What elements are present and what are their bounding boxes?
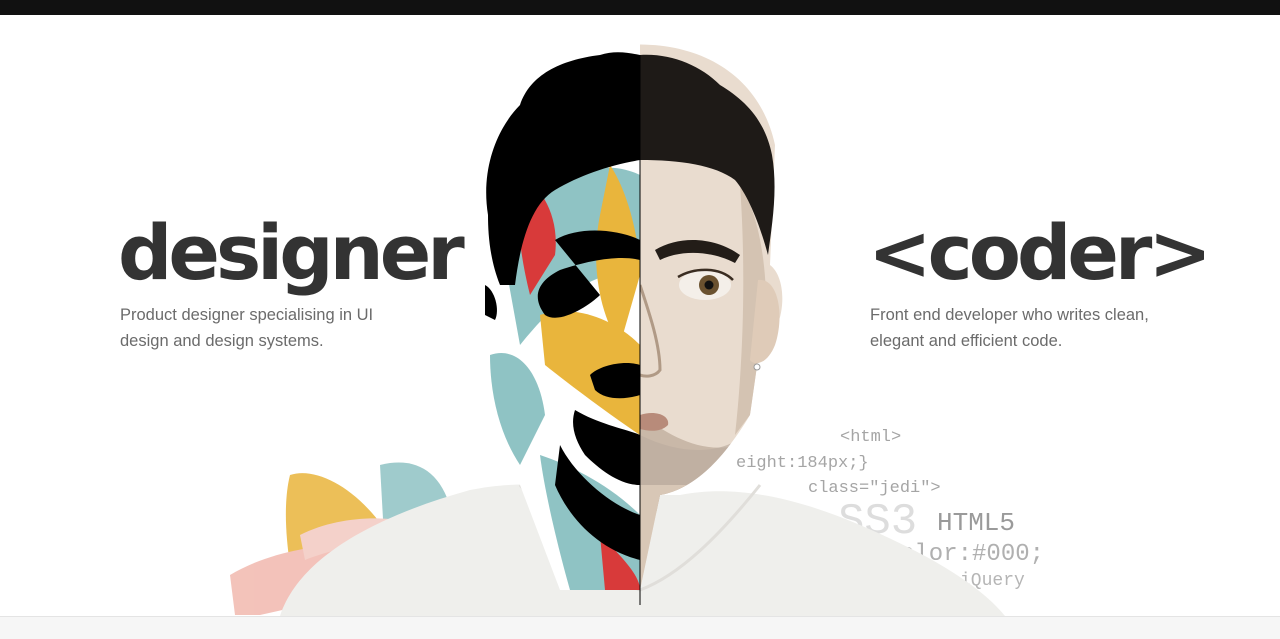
bottom-section-edge <box>0 616 1280 639</box>
coder-description: Front end developer who writes clean, el… <box>870 306 1149 350</box>
top-bar <box>0 0 1280 15</box>
hero-section: <html> eight:184px;} class="jedi"> SS3 H… <box>0 15 1280 616</box>
designer-title: designer <box>118 208 465 297</box>
coder-title: <coder> <box>868 208 1212 297</box>
designer-description: Product designer specialising in UI desi… <box>120 306 374 350</box>
